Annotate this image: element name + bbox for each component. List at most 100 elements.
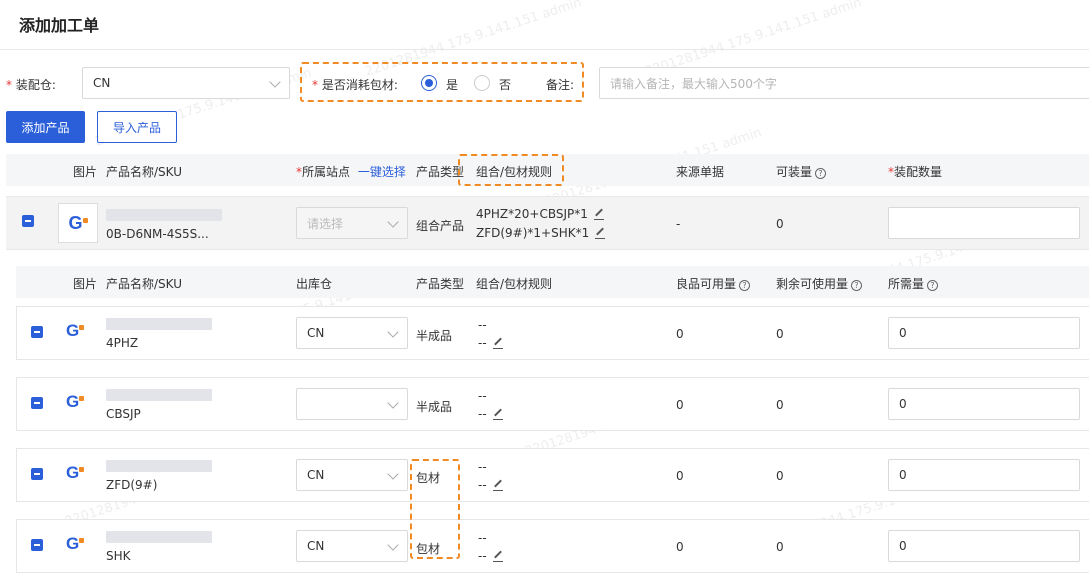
import-product-button[interactable]: 导入产品	[97, 111, 177, 143]
assemble-qty-input[interactable]	[888, 207, 1080, 239]
col-combo-rule: 组合/包材规则	[476, 165, 553, 179]
product-sku: SHK	[106, 549, 131, 563]
col-image: 图片	[73, 165, 98, 179]
radio-no[interactable]	[474, 75, 490, 91]
one-click-select-link[interactable]: 一键选择	[358, 165, 406, 179]
child-col-warehouse: 出库仓	[296, 277, 333, 291]
required-qty-input[interactable]: 0	[888, 530, 1080, 562]
combo-rule-line2: --	[478, 549, 503, 563]
product-image: G	[66, 321, 85, 341]
product-type: 半成品	[416, 400, 453, 414]
product-sku: 4PHZ	[106, 336, 139, 350]
chevron-down-icon	[387, 397, 399, 409]
assembly-warehouse-label: * 装配仓:	[6, 78, 56, 92]
edit-icon[interactable]	[595, 228, 606, 239]
combo-rule-line2: --	[478, 336, 503, 350]
combo-rule-line2: ZFD(9#)*1+SHK*1	[476, 226, 606, 240]
product-type: 组合产品	[416, 219, 465, 233]
product-image: G	[66, 392, 85, 412]
combo-rule-line2: --	[478, 407, 503, 421]
required-qty-input[interactable]: 0	[888, 459, 1080, 491]
child-col-product-type: 产品类型	[416, 277, 465, 291]
help-icon[interactable]: ?	[927, 280, 939, 291]
child-col-name-sku: 产品名称/SKU	[106, 277, 182, 291]
collapse-icon[interactable]	[31, 468, 43, 480]
product-name-masked	[106, 460, 212, 472]
combo-rule-line1: --	[478, 531, 487, 545]
chevron-down-icon	[387, 468, 399, 480]
good-available: 0	[676, 469, 684, 483]
add-product-button[interactable]: 添加产品	[6, 111, 85, 143]
child-col-combo-rule: 组合/包材规则	[476, 277, 553, 291]
remaining-qty: 0	[776, 398, 784, 412]
radio-yes[interactable]	[421, 75, 437, 91]
remaining-qty: 0	[776, 327, 784, 341]
help-icon[interactable]: ?	[739, 280, 751, 291]
col-product-type: 产品类型	[416, 165, 465, 179]
combo-rule-line1: 4PHZ*20+CBSJP*1	[476, 207, 604, 221]
col-name-sku: 产品名称/SKU	[106, 165, 182, 179]
edit-icon[interactable]	[593, 209, 604, 220]
collapse-icon[interactable]	[22, 215, 34, 227]
product-name-masked	[106, 209, 222, 221]
good-available: 0	[676, 327, 684, 341]
child-col-good-available: 良品可用量?	[676, 275, 751, 292]
help-icon[interactable]: ?	[851, 280, 863, 291]
chevron-down-icon	[269, 76, 281, 88]
edit-icon[interactable]	[492, 551, 503, 562]
source-doc: -	[676, 217, 681, 231]
product-name-masked	[106, 531, 212, 543]
product-image: G	[66, 463, 85, 483]
product-sku: CBSJP	[106, 407, 141, 421]
required-qty-input[interactable]: 0	[888, 317, 1080, 349]
product-sku: 0B-D6NM-4S5S...	[106, 227, 209, 241]
required-qty-input[interactable]: 0	[888, 388, 1080, 420]
collapse-icon[interactable]	[31, 397, 43, 409]
combo-rule-line1: --	[478, 318, 487, 332]
product-sku: ZFD(9#)	[106, 478, 158, 492]
remaining-qty: 0	[776, 469, 784, 483]
edit-icon[interactable]	[492, 409, 503, 420]
child-col-required: 所需量?	[888, 275, 939, 292]
warehouse-select[interactable]: CN	[296, 317, 408, 349]
radio-yes-label: 是	[446, 78, 459, 92]
col-assemble-qty: *装配数量	[888, 165, 943, 179]
chevron-down-icon	[387, 326, 399, 338]
page-title: 添加加工单	[19, 16, 100, 35]
site-select[interactable]: 请选择	[296, 207, 408, 239]
remark-label: 备注:	[546, 78, 575, 92]
combo-rule-line2: --	[478, 478, 503, 492]
good-available: 0	[676, 398, 684, 412]
collapse-icon[interactable]	[31, 539, 43, 551]
col-available: 可装量?	[776, 163, 827, 180]
header-divider	[0, 49, 1089, 50]
collapse-icon[interactable]	[31, 326, 43, 338]
good-available: 0	[676, 540, 684, 554]
col-site: *所属站点 一键选择	[296, 165, 406, 179]
product-name-masked	[106, 389, 212, 401]
product-image: G	[66, 534, 85, 554]
highlight-box	[410, 459, 460, 559]
remark-input[interactable]: 请输入备注，最大输入500个字	[599, 67, 1089, 99]
product-type: 半成品	[416, 329, 453, 343]
chevron-down-icon	[387, 539, 399, 551]
radio-no-label: 否	[499, 78, 512, 92]
product-name-masked	[106, 318, 212, 330]
assembly-warehouse-select[interactable]: CN	[82, 67, 290, 99]
child-col-image: 图片	[73, 277, 98, 291]
chevron-down-icon	[387, 216, 399, 228]
combo-rule-line1: --	[478, 460, 487, 474]
warehouse-select[interactable]	[296, 388, 408, 420]
child-col-remaining: 剩余可使用量?	[776, 275, 863, 292]
available-qty: 0	[776, 217, 784, 231]
combo-rule-line1: --	[478, 389, 487, 403]
col-source-doc: 来源单据	[676, 165, 725, 179]
help-icon[interactable]: ?	[815, 168, 827, 179]
warehouse-select[interactable]: CN	[296, 530, 408, 562]
remaining-qty: 0	[776, 540, 784, 554]
edit-icon[interactable]	[492, 480, 503, 491]
product-image: G	[58, 203, 98, 243]
consume-packaging-label: * 是否消耗包材:	[312, 78, 398, 92]
warehouse-select[interactable]: CN	[296, 459, 408, 491]
edit-icon[interactable]	[492, 338, 503, 349]
